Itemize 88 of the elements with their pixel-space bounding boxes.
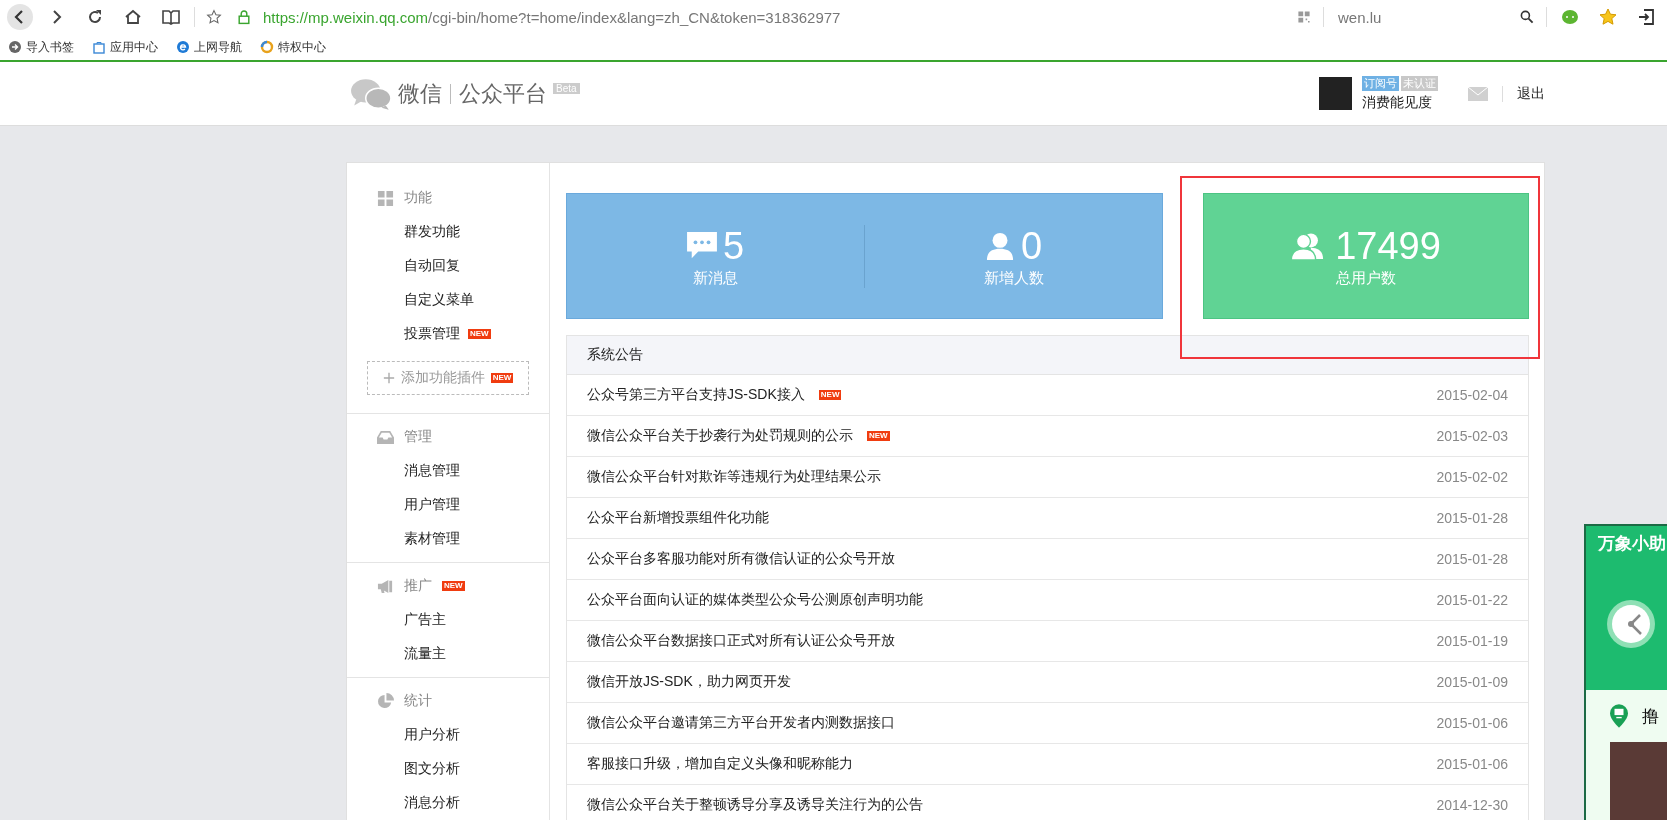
notice-date: 2015-01-06: [1436, 756, 1508, 772]
notice-date: 2014-12-30: [1436, 797, 1508, 813]
arrow-circle-icon: [8, 40, 22, 54]
stat-label: 新增人数: [983, 268, 1044, 288]
notice-link[interactable]: 公众平台面向认证的媒体类型公众号公测原创声明功能: [587, 591, 923, 609]
bookmark-link[interactable]: 特权中心: [260, 38, 326, 56]
new-badge: NEW: [490, 373, 514, 383]
menu-item[interactable]: 用户分析: [404, 726, 460, 744]
section-title: 推广: [404, 577, 432, 595]
notice-date: 2015-01-28: [1436, 510, 1508, 526]
add-plugin-button[interactable]: 添加功能插件 NEW: [367, 361, 529, 395]
notice-date: 2015-01-22: [1436, 592, 1508, 608]
star-icon[interactable]: [206, 9, 222, 25]
browser-e-icon: [176, 40, 190, 54]
new-badge: NEW: [867, 431, 890, 441]
menu-item[interactable]: 广告主: [404, 611, 446, 629]
stat-value: 17499: [1335, 224, 1441, 267]
bookmark-link[interactable]: 导入书签: [8, 38, 74, 56]
qr-code-icon[interactable]: [1296, 9, 1312, 25]
new-badge: NEW: [442, 581, 465, 591]
stat-value: 5: [722, 224, 745, 267]
panel-title: 万象小助: [1598, 533, 1667, 555]
grid-icon: [377, 189, 394, 207]
menu-item[interactable]: 消息管理: [404, 462, 460, 480]
menu-item[interactable]: 流量主: [404, 645, 446, 663]
menu-item[interactable]: 消息分析: [404, 794, 460, 812]
stat-label: 新消息: [693, 268, 738, 288]
home-icon[interactable]: [123, 7, 143, 27]
menu-item[interactable]: 自动回复: [404, 257, 460, 275]
logo-text: 微信: [398, 79, 442, 108]
notice-date: 2015-01-28: [1436, 551, 1508, 567]
panel-text: 撸: [1642, 705, 1659, 728]
stat-label: 总用户数: [1336, 268, 1396, 288]
plus-icon: [382, 372, 395, 384]
notice-date: 2015-02-02: [1436, 469, 1508, 485]
notice-date: 2015-02-03: [1436, 428, 1508, 444]
star-icon[interactable]: [1598, 7, 1618, 27]
clock-icon: [1606, 599, 1656, 649]
notice-link[interactable]: 微信公众平台邀请第三方平台开发者内测数据接口: [587, 714, 895, 732]
notice-link[interactable]: 微信开放JS-SDK，助力网页开发: [587, 673, 791, 691]
pie-chart-icon: [377, 692, 394, 710]
notice-link[interactable]: 微信公众平台关于整顿诱导分享及诱导关注行为的公告: [587, 796, 923, 814]
new-badge: NEW: [468, 329, 491, 339]
back-icon[interactable]: [6, 3, 34, 31]
chat-bubbles-icon: [350, 76, 392, 111]
notice-link[interactable]: 微信公众平台关于抄袭行为处罚规则的公示: [587, 427, 853, 445]
search-icon[interactable]: [1519, 9, 1535, 25]
new-badge: NEW: [818, 390, 842, 400]
notice-link[interactable]: 客服接口升级，增加自定义头像和昵称能力: [587, 755, 853, 773]
notice-link[interactable]: 公众平台新增投票组件化功能: [587, 509, 769, 527]
section-title: 管理: [404, 428, 432, 446]
bookmark-link[interactable]: 上网导航: [176, 38, 242, 56]
chat-bubble-icon[interactable]: [1560, 7, 1580, 27]
notice-date: 2015-01-09: [1436, 674, 1508, 690]
notice-date: 2015-01-19: [1436, 633, 1508, 649]
product-title: 公众平台: [459, 79, 547, 108]
megaphone-icon: [377, 577, 394, 595]
menu-item[interactable]: 自定义菜单: [404, 291, 474, 309]
bookmark-link[interactable]: 应用中心: [92, 38, 158, 56]
notice-link[interactable]: 微信公众平台数据接口正式对所有认证公众号开放: [587, 632, 895, 650]
location-pin-icon: [1610, 704, 1628, 728]
account-name[interactable]: 消费能见度: [1362, 93, 1438, 112]
stat-value: 0: [1020, 224, 1043, 267]
logout-link[interactable]: 退出: [1517, 84, 1545, 103]
account-tag: 订阅号: [1362, 75, 1399, 91]
menu-item[interactable]: 群发功能: [404, 223, 460, 241]
menu-item[interactable]: 素材管理: [404, 530, 460, 548]
notice-link[interactable]: 公众平台多客服功能对所有微信认证的公众号开放: [587, 550, 895, 568]
notice-date: 2015-01-06: [1436, 715, 1508, 731]
inbox-icon: [377, 428, 394, 446]
exit-icon[interactable]: [1636, 7, 1656, 27]
section-title: 统计: [404, 692, 432, 710]
book-icon[interactable]: [161, 7, 181, 27]
address-field[interactable]: https://mp.weixin.qq.com/cgi-bin/home?t=home/index&lang=zh_CN&token=318362977: [263, 8, 1285, 26]
search-field[interactable]: wen.lu: [1332, 8, 1508, 26]
bag-icon: [92, 40, 106, 54]
notice-date: 2015-02-04: [1436, 387, 1508, 403]
user-icon: [984, 231, 1015, 260]
section-title: 功能: [404, 189, 432, 207]
menu-item[interactable]: 图文分析: [404, 760, 460, 778]
section-title: 系统公告: [587, 346, 643, 364]
lock-icon: [236, 9, 252, 25]
ring-icon: [260, 40, 274, 54]
notice-link[interactable]: 公众号第三方平台支持JS-SDK接入: [587, 386, 805, 404]
menu-item[interactable]: 用户管理: [404, 496, 460, 514]
notice-link[interactable]: 微信公众平台针对欺诈等违规行为处理结果公示: [587, 468, 881, 486]
menu-item[interactable]: 投票管理: [404, 325, 460, 343]
message-icon: [686, 231, 717, 260]
